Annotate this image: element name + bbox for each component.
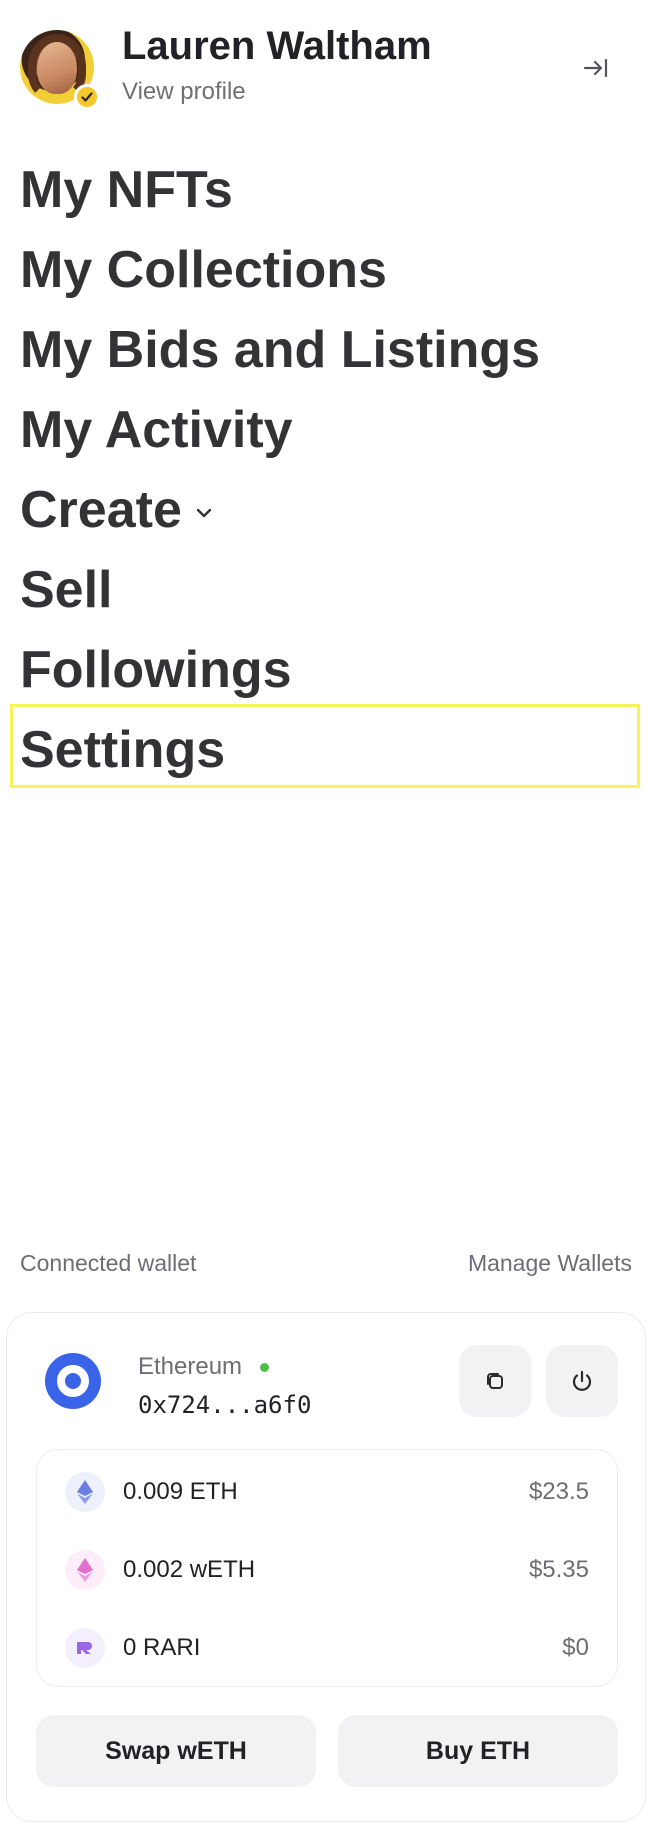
verified-badge-icon [74, 84, 100, 110]
swap-weth-button[interactable]: Swap wETH [36, 1715, 316, 1787]
disconnect-button[interactable] [546, 1345, 618, 1417]
token-amount: 0.009 ETH [123, 1478, 238, 1505]
user-name: Lauren Waltham [122, 24, 432, 68]
menu-item-sell[interactable]: Sell [20, 550, 640, 630]
main-menu: My NFTs My Collections My Bids and Listi… [20, 150, 640, 790]
weth-icon [65, 1550, 105, 1590]
balance-row-eth: 0.009 ETH $23.5 [37, 1467, 619, 1517]
balance-row-weth: 0.002 wETH $5.35 [37, 1545, 619, 1595]
token-usd-value: $0 [562, 1634, 589, 1661]
wallet-card: Ethereum 0x724...a6f0 0.009 ETH $23.5 0.… [6, 1312, 646, 1822]
profile-header: Lauren Waltham View profile [0, 0, 650, 120]
arrow-to-right-icon [583, 58, 608, 78]
chain-name: Ethereum [138, 1353, 270, 1381]
buy-eth-button[interactable]: Buy ETH [338, 1715, 618, 1787]
menu-item-my-activity[interactable]: My Activity [20, 390, 640, 470]
avatar-face [37, 42, 77, 94]
view-profile-link[interactable]: View profile [122, 78, 246, 106]
balances-panel: 0.009 ETH $23.5 0.002 wETH $5.35 0 RARI … [36, 1449, 618, 1687]
menu-item-settings[interactable]: Settings [20, 710, 640, 790]
token-amount: 0.002 wETH [123, 1556, 256, 1583]
token-usd-value: $5.35 [528, 1556, 589, 1583]
copy-address-button[interactable] [459, 1345, 531, 1417]
rari-icon [65, 1628, 105, 1668]
token-usd-value: $23.5 [528, 1478, 589, 1505]
connected-wallet-label: Connected wallet [20, 1250, 197, 1276]
chain-label: Ethereum [138, 1353, 243, 1380]
menu-item-create[interactable]: Create [20, 470, 640, 550]
wallet-section-header: Connected wallet Manage Wallets [20, 1250, 632, 1277]
menu-item-label: Settings [20, 721, 226, 779]
menu-item-label: Create [20, 481, 182, 539]
online-status-dot [260, 1362, 270, 1372]
menu-item-followings[interactable]: Followings [20, 630, 640, 710]
menu-item-my-nfts[interactable]: My NFTs [20, 150, 640, 230]
balance-row-rari: 0 RARI $0 [37, 1623, 619, 1673]
token-amount: 0 RARI [123, 1634, 201, 1661]
chevron-down-icon [194, 503, 214, 523]
menu-item-label: My NFTs [20, 161, 233, 219]
avatar[interactable] [20, 30, 100, 110]
menu-item-my-bids-and-listings[interactable]: My Bids and Listings [20, 310, 640, 390]
power-icon [572, 1370, 592, 1391]
menu-item-label: Sell [20, 561, 113, 619]
menu-item-label: My Bids and Listings [20, 321, 541, 379]
copy-icon [487, 1373, 503, 1389]
wallet-address: 0x724...a6f0 [138, 1391, 312, 1419]
manage-wallets-link[interactable]: Manage Wallets [468, 1250, 632, 1277]
menu-item-label: My Collections [20, 241, 387, 299]
menu-item-label: My Activity [20, 401, 293, 459]
ethereum-chain-icon [45, 1353, 101, 1409]
collapse-sidebar-button[interactable] [578, 50, 614, 86]
ethereum-icon [65, 1472, 105, 1512]
menu-item-label: Followings [20, 641, 292, 699]
menu-item-my-collections[interactable]: My Collections [20, 230, 640, 310]
